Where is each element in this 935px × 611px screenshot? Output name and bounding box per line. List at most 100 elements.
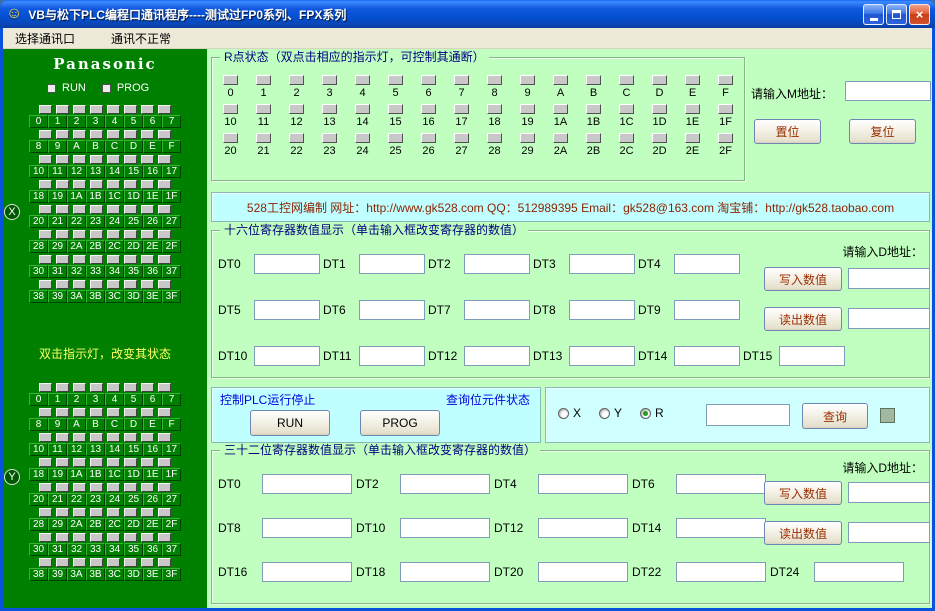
write-value-button-16[interactable]: 写入数值 [764, 267, 842, 291]
x-lamp[interactable] [141, 180, 154, 189]
y-lamp[interactable] [158, 533, 171, 542]
r-lamp[interactable] [322, 75, 337, 85]
radio-y-icon[interactable] [599, 407, 611, 419]
radio-option-y[interactable]: Y [599, 406, 622, 420]
register-input-dt13[interactable] [569, 346, 635, 366]
x-lamp[interactable] [73, 280, 86, 289]
register-input-dt18[interactable] [400, 562, 490, 582]
y-lamp[interactable] [158, 458, 171, 467]
m-address-input[interactable] [845, 81, 931, 101]
r-lamp[interactable] [487, 75, 502, 85]
x-lamp[interactable] [158, 205, 171, 214]
y-lamp[interactable] [141, 458, 154, 467]
x-lamp[interactable] [56, 255, 69, 264]
y-lamp[interactable] [90, 408, 103, 417]
register-input-dt1[interactable] [359, 254, 425, 274]
x-lamp[interactable] [141, 155, 154, 164]
y-lamp[interactable] [107, 508, 120, 517]
x-lamp[interactable] [73, 180, 86, 189]
register-input-dt14[interactable] [674, 346, 740, 366]
r-lamp[interactable] [586, 133, 601, 143]
y-lamp[interactable] [141, 508, 154, 517]
y-lamp[interactable] [39, 383, 52, 392]
x-lamp[interactable] [124, 130, 137, 139]
x-lamp[interactable] [39, 155, 52, 164]
register-input-dt24[interactable] [814, 562, 904, 582]
y-lamp[interactable] [107, 558, 120, 567]
y-lamp[interactable] [141, 433, 154, 442]
r-lamp[interactable] [289, 133, 304, 143]
x-lamp[interactable] [39, 230, 52, 239]
r-lamp[interactable] [421, 75, 436, 85]
write-value-input-16[interactable] [848, 268, 930, 289]
x-lamp[interactable] [107, 105, 120, 114]
register-input-dt3[interactable] [569, 254, 635, 274]
register-input-dt10[interactable] [254, 346, 320, 366]
r-lamp[interactable] [685, 133, 700, 143]
y-lamp[interactable] [90, 383, 103, 392]
x-lamp[interactable] [90, 180, 103, 189]
y-lamp[interactable] [124, 483, 137, 492]
x-lamp[interactable] [90, 280, 103, 289]
r-lamp[interactable] [553, 75, 568, 85]
y-lamp[interactable] [56, 533, 69, 542]
y-lamp[interactable] [39, 483, 52, 492]
y-lamp[interactable] [73, 383, 86, 392]
x-lamp[interactable] [107, 230, 120, 239]
r-lamp[interactable] [223, 75, 238, 85]
x-lamp[interactable] [124, 105, 137, 114]
y-lamp[interactable] [73, 508, 86, 517]
y-lamp[interactable] [56, 458, 69, 467]
r-lamp[interactable] [520, 75, 535, 85]
radio-option-x[interactable]: X [558, 406, 581, 420]
bit-address-input[interactable] [706, 404, 790, 426]
x-lamp[interactable] [141, 230, 154, 239]
register-input-dt9[interactable] [674, 300, 740, 320]
x-lamp[interactable] [158, 255, 171, 264]
register-input-dt0[interactable] [262, 474, 352, 494]
r-lamp[interactable] [520, 133, 535, 143]
x-lamp[interactable] [73, 130, 86, 139]
y-lamp[interactable] [39, 508, 52, 517]
r-lamp[interactable] [652, 104, 667, 114]
y-lamp[interactable] [107, 458, 120, 467]
x-lamp[interactable] [107, 155, 120, 164]
y-lamp[interactable] [56, 508, 69, 517]
register-input-dt0[interactable] [254, 254, 320, 274]
x-lamp[interactable] [90, 155, 103, 164]
title-bar[interactable]: ☺ VB与松下PLC编程口通讯程序----测试过FP0系列、FPX系列 × [0, 0, 935, 28]
x-lamp[interactable] [56, 230, 69, 239]
r-lamp[interactable] [322, 104, 337, 114]
x-lamp[interactable] [107, 205, 120, 214]
x-lamp[interactable] [158, 130, 171, 139]
x-lamp[interactable] [141, 280, 154, 289]
y-lamp[interactable] [124, 533, 137, 542]
register-input-dt10[interactable] [400, 518, 490, 538]
x-lamp[interactable] [124, 205, 137, 214]
y-lamp[interactable] [73, 433, 86, 442]
x-lamp[interactable] [107, 180, 120, 189]
r-lamp[interactable] [586, 75, 601, 85]
read-value-input-32[interactable] [848, 522, 930, 543]
y-lamp[interactable] [124, 433, 137, 442]
reset-button[interactable]: 复位 [849, 119, 916, 144]
y-lamp[interactable] [90, 458, 103, 467]
plc-prog-button[interactable]: PROG [360, 410, 440, 436]
x-lamp[interactable] [90, 130, 103, 139]
y-lamp[interactable] [73, 458, 86, 467]
x-lamp[interactable] [141, 205, 154, 214]
plc-run-button[interactable]: RUN [250, 410, 330, 436]
x-lamp[interactable] [56, 155, 69, 164]
x-lamp[interactable] [39, 280, 52, 289]
radio-r-icon[interactable] [640, 407, 652, 419]
radio-x-icon[interactable] [558, 407, 569, 419]
r-lamp[interactable] [487, 104, 502, 114]
x-lamp[interactable] [124, 230, 137, 239]
y-lamp[interactable] [56, 383, 69, 392]
r-lamp[interactable] [553, 104, 568, 114]
x-lamp[interactable] [141, 255, 154, 264]
y-lamp[interactable] [39, 458, 52, 467]
y-lamp[interactable] [141, 533, 154, 542]
r-lamp[interactable] [388, 75, 403, 85]
r-lamp[interactable] [454, 104, 469, 114]
